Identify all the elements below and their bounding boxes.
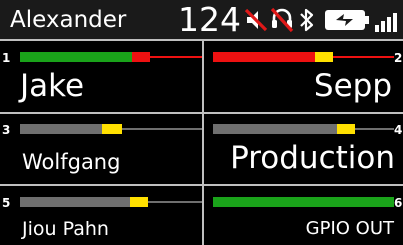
level-meter [213,52,394,62]
bluetooth-icon [300,8,314,32]
speaker-muted-icon [244,8,268,32]
level-meter [20,197,202,207]
key-label: Jake [20,68,85,104]
level-meter [213,124,394,134]
headset-muted-icon [270,7,294,33]
signal-strength-icon [375,13,397,32]
level-meter [20,52,202,62]
channel-number: 124 [178,0,241,39]
battery-charging-icon [325,10,369,30]
key-number: 1 [2,51,11,65]
key-number: 5 [2,196,11,210]
level-meter [213,197,394,207]
key-label: Wolfgang [22,150,121,174]
key-label: Sepp [313,68,392,104]
key-number: 4 [394,123,403,137]
divider-vertical [202,39,204,245]
key-label: Production [230,140,395,176]
key-number: 3 [2,123,11,137]
key-label: GPIO OUT [305,218,394,239]
key-label: Jiou Pahn [22,218,109,240]
status-bar: Alexander 124 [0,0,403,39]
user-name: Alexander [10,7,127,33]
level-meter [20,124,202,134]
key-number: 2 [394,51,403,65]
key-number: 6 [394,196,403,210]
